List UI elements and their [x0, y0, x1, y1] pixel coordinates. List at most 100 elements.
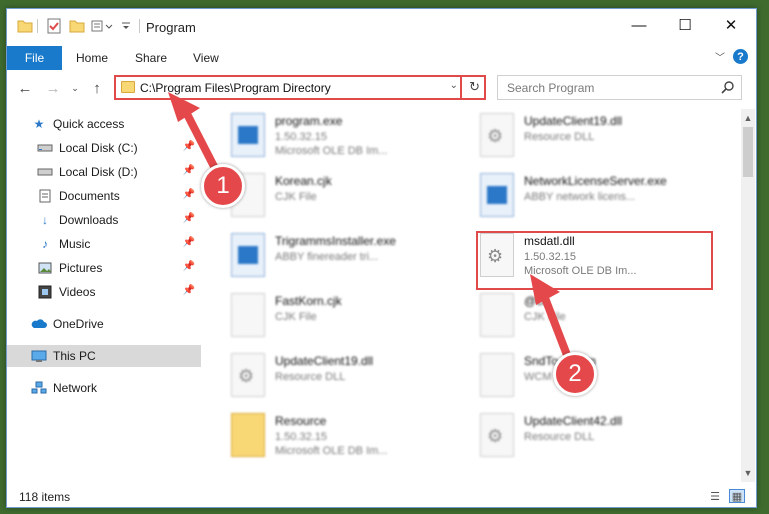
vertical-scrollbar[interactable]: ▲ ▼: [741, 109, 755, 482]
search-box[interactable]: Search Program: [497, 75, 742, 100]
sidebar-item-label: Local Disk (D:): [59, 165, 138, 179]
expand-ribbon-icon[interactable]: ﹀: [715, 49, 725, 64]
file-version: 1.50.32.15: [275, 131, 327, 143]
pin-icon[interactable]: 📌: [183, 285, 195, 296]
file-item[interactable]: TrigrammsInstaller.exe ABBY finereader t…: [203, 229, 443, 285]
file-name: Korean.cjk: [275, 174, 332, 188]
sidebar-item-label: Music: [59, 237, 91, 251]
sidebar-item-label: OneDrive: [53, 317, 104, 331]
dll-file-icon: [231, 353, 265, 397]
sidebar-item-pictures[interactable]: Pictures 📌: [7, 257, 201, 279]
exe-file-icon: [480, 173, 514, 217]
sidebar-item-local-disk-d[interactable]: Local Disk (D:) 📌: [7, 161, 201, 183]
item-count: 118 items: [19, 490, 71, 504]
search-input[interactable]: Search Program: [507, 81, 594, 95]
large-icons-view-icon[interactable]: ▦: [729, 489, 745, 503]
tab-share[interactable]: Share: [135, 46, 167, 70]
sidebar-item-label: Downloads: [59, 213, 119, 227]
documents-icon: [37, 189, 53, 203]
pin-icon[interactable]: 📌: [183, 237, 195, 248]
file-item[interactable]: UpdateClient19.dll Resource DLL: [452, 109, 692, 165]
file-item[interactable]: program.exe 1.50.32.15 Microsoft OLE DB …: [203, 109, 443, 165]
sidebar-item-this-pc[interactable]: This PC: [7, 345, 201, 367]
file-name: FastKorn.cjk: [275, 294, 342, 308]
downloads-icon: ↓: [42, 213, 48, 227]
up-arrow-icon[interactable]: ↑: [87, 78, 107, 98]
file-item[interactable]: NetworkLicenseServer.exe ABBY network li…: [452, 169, 692, 225]
tab-view[interactable]: View: [193, 46, 219, 70]
file-item[interactable]: UpdateClient42.dll Resource DLL: [452, 409, 692, 465]
address-dropdown-icon[interactable]: ⌄: [450, 80, 458, 91]
file-type: CJK File: [524, 311, 566, 323]
exe-file-icon: [231, 233, 265, 277]
help-icon[interactable]: ?: [733, 49, 748, 64]
window-title: Program: [146, 20, 196, 35]
pin-icon[interactable]: 📌: [183, 189, 195, 200]
sidebar-item-onedrive[interactable]: OneDrive: [7, 313, 201, 335]
file-name: program.exe: [275, 114, 343, 128]
file-description: Microsoft OLE DB Im...: [275, 145, 388, 157]
title-separator: [139, 19, 140, 33]
address-separator: [460, 77, 462, 98]
pin-icon[interactable]: 📌: [183, 261, 195, 272]
file-item[interactable]: UpdateClient19.dll Resource DLL: [203, 349, 443, 405]
search-icon[interactable]: [721, 81, 734, 97]
file-item[interactable]: @ck CJK File: [452, 289, 692, 345]
tab-file[interactable]: File: [7, 46, 62, 70]
sidebar-item-videos[interactable]: Videos 📌: [7, 281, 201, 303]
minimize-button[interactable]: —: [616, 9, 662, 41]
sidebar-item-quick-access[interactable]: ★ Quick access: [7, 113, 201, 135]
generic-file-icon: [231, 293, 265, 337]
file-item[interactable]: FastKorn.cjk CJK File: [203, 289, 443, 345]
file-description: ABBY finereader tri...: [275, 251, 379, 263]
network-icon: [31, 381, 47, 395]
onedrive-icon: [31, 317, 47, 331]
file-name: UpdateClient42.dll: [524, 414, 623, 428]
file-list: program.exe 1.50.32.15 Microsoft OLE DB …: [203, 109, 739, 482]
sidebar-item-documents[interactable]: Documents 📌: [7, 185, 201, 207]
file-name: NetworkLicenseServer.exe: [524, 174, 667, 188]
sidebar-item-local-disk-c[interactable]: Local Disk (C:) 📌: [7, 137, 201, 159]
file-name: TrigrammsInstaller.exe: [275, 234, 396, 248]
navigation-bar: ← → ⌄ ↑ C:\Program Files\Program Directo…: [7, 73, 756, 103]
properties-icon[interactable]: [47, 17, 61, 35]
customize-toolbar-icon[interactable]: [91, 17, 113, 35]
quick-access-dropdown-icon[interactable]: [121, 17, 131, 35]
refresh-icon[interactable]: ↻: [469, 79, 480, 95]
ribbon-tabs: File Home Share View ﹀ ?: [7, 46, 756, 70]
pin-icon[interactable]: 📌: [183, 213, 195, 224]
file-description: ABBY network licens...: [524, 191, 636, 203]
file-type: Resource DLL: [524, 131, 595, 143]
new-folder-icon[interactable]: [69, 17, 85, 35]
scroll-thumb[interactable]: [743, 127, 753, 177]
dll-file-icon: [480, 113, 514, 157]
sidebar-item-label: Network: [53, 381, 98, 395]
star-icon: ★: [33, 117, 45, 131]
drive-icon: [37, 141, 53, 155]
scroll-down-icon[interactable]: ▼: [741, 466, 755, 480]
pin-icon[interactable]: 📌: [183, 141, 195, 152]
sidebar-item-label: Documents: [59, 189, 120, 203]
file-item[interactable]: Resource 1.50.32.15 Microsoft OLE DB Im.…: [203, 409, 443, 465]
address-bar[interactable]: C:\Program Files\Program Directory ⌄ ↻: [114, 75, 486, 100]
sidebar-item-network[interactable]: Network: [7, 377, 201, 399]
sidebar-item-downloads[interactable]: ↓ Downloads 📌: [7, 209, 201, 231]
address-folder-icon: [121, 81, 135, 93]
details-view-icon[interactable]: ☰: [707, 489, 723, 503]
scroll-up-icon[interactable]: ▲: [741, 111, 755, 125]
exe-file-icon: [231, 113, 265, 157]
highlight-box: [476, 231, 713, 290]
back-arrow-icon[interactable]: ←: [15, 78, 35, 98]
sidebar-item-label: Local Disk (C:): [59, 141, 138, 155]
tab-home[interactable]: Home: [76, 46, 108, 70]
recent-locations-icon[interactable]: ⌄: [65, 78, 85, 98]
sidebar-item-music[interactable]: ♪ Music 📌: [7, 233, 201, 255]
forward-arrow-icon[interactable]: →: [43, 78, 63, 98]
maximize-button[interactable]: ☐: [662, 9, 708, 41]
drive-icon: [37, 165, 53, 179]
status-bar: 118 items ☰ ▦: [7, 485, 756, 507]
close-button[interactable]: ✕: [708, 9, 754, 41]
pictures-icon: [37, 261, 53, 275]
pin-icon[interactable]: 📌: [183, 165, 195, 176]
address-path[interactable]: C:\Program Files\Program Directory: [140, 81, 331, 95]
